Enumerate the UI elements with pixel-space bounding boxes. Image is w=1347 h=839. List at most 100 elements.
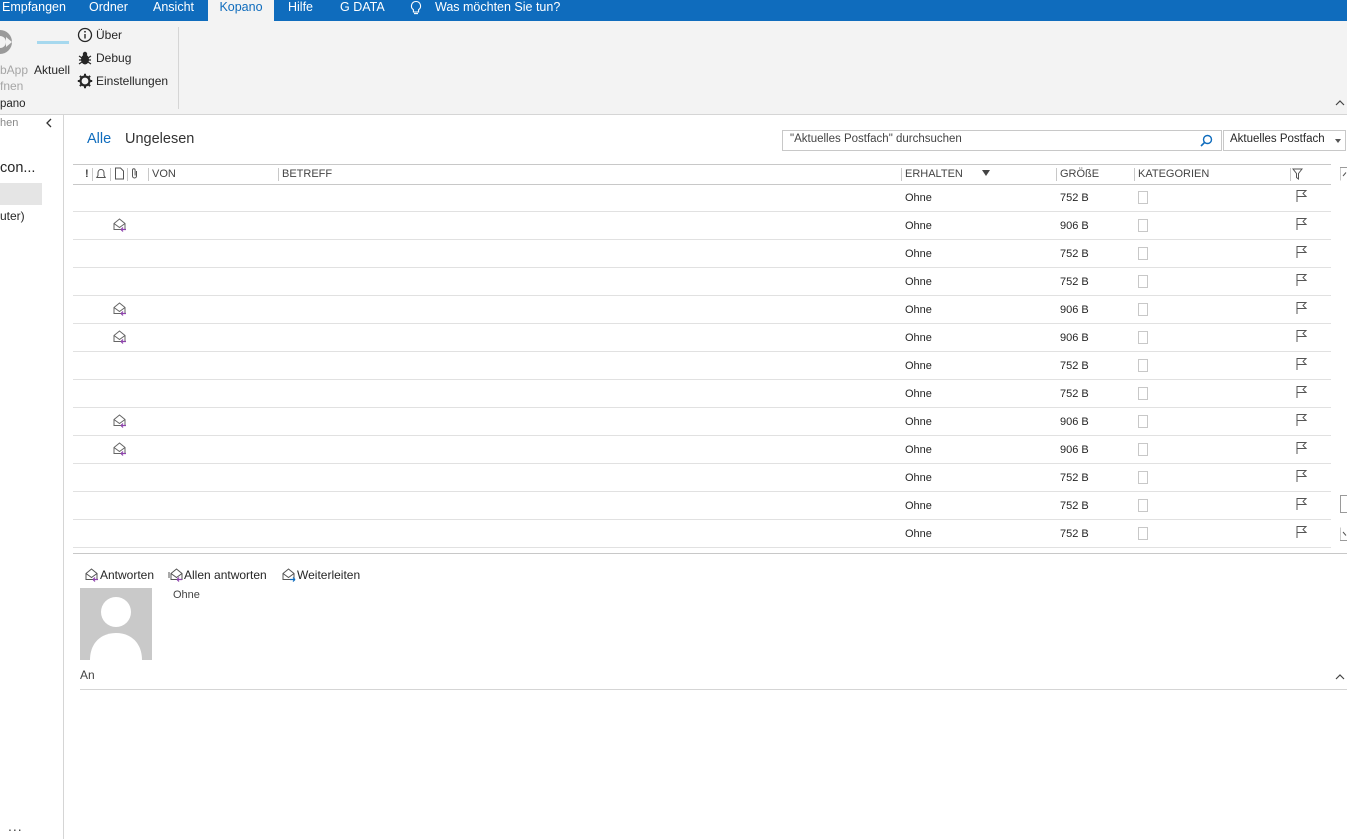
flag-icon[interactable] [1295,525,1308,539]
forward-label: Weiterleiten [297,568,361,582]
size-cell: 906 B [1060,444,1089,456]
debug-button[interactable]: Debug [96,51,131,65]
flag-filter-icon[interactable] [1292,168,1303,180]
tab-empfangen[interactable]: Empfangen [2,0,66,21]
column-categories[interactable]: KATEGORIEN [1138,168,1209,180]
category-box[interactable] [1138,471,1148,484]
reminder-bell-icon[interactable] [95,168,107,180]
info-icon [77,27,93,43]
flag-icon[interactable] [1295,329,1308,343]
sender-name: Ohne [173,589,200,601]
column-received[interactable]: ERHALTEN [905,168,963,180]
message-row[interactable]: Ohne 752 B [73,520,1331,548]
tab-kopano[interactable]: Kopano [208,0,274,21]
selected-folder[interactable] [0,183,42,205]
message-row[interactable]: Ohne 906 B [73,324,1331,352]
search-scope-dropdown[interactable]: Aktuelles Postfach [1223,130,1346,151]
document-icon[interactable] [114,167,125,180]
category-box[interactable] [1138,303,1148,316]
reply-button[interactable]: Antworten [84,567,154,582]
category-box[interactable] [1138,359,1148,372]
search-input[interactable]: "Aktuelles Postfach" durchsuchen [782,130,1222,151]
sender-avatar [80,588,152,660]
search-icon[interactable] [1200,134,1213,147]
column-divider [148,168,149,181]
column-divider [127,168,128,181]
tab-hilfe[interactable]: Hilfe [288,0,313,21]
category-box[interactable] [1138,219,1148,232]
category-box[interactable] [1138,443,1148,456]
filter-unread[interactable]: Ungelesen [125,131,194,147]
received-cell: Ohne [905,500,932,512]
scroll-up-icon[interactable] [1340,167,1347,181]
category-box[interactable] [1138,499,1148,512]
received-cell: Ohne [905,304,932,316]
flag-icon[interactable] [1295,497,1308,511]
tell-me-search[interactable]: Was möchten Sie tun? [435,0,560,21]
message-row[interactable]: Ohne 752 B [73,268,1331,296]
message-row[interactable]: Ohne 906 B [73,436,1331,464]
message-row[interactable]: Ohne 752 B [73,184,1331,212]
message-row[interactable]: Ohne 752 B [73,380,1331,408]
flag-icon[interactable] [1295,385,1308,399]
account-name[interactable]: con... [0,160,35,176]
scroll-thumb[interactable] [1340,495,1347,513]
category-box[interactable] [1138,191,1148,204]
category-box[interactable] [1138,415,1148,428]
category-box[interactable] [1138,247,1148,260]
collapse-ribbon-icon[interactable] [1335,99,1345,107]
scroll-down-icon[interactable] [1340,527,1347,541]
flag-icon[interactable] [1295,357,1308,371]
filter-all[interactable]: Alle [87,131,111,147]
size-cell: 752 B [1060,360,1089,372]
folder-item[interactable]: uter) [0,209,25,223]
message-row[interactable]: Ohne 752 B [73,464,1331,492]
size-cell: 752 B [1060,192,1089,204]
received-cell: Ohne [905,444,932,456]
category-box[interactable] [1138,275,1148,288]
message-row[interactable]: Ohne 752 B [73,352,1331,380]
column-divider [278,168,279,181]
size-cell: 906 B [1060,416,1089,428]
aktuell-icon [37,41,69,44]
webapp-open-label-1[interactable]: bApp [0,63,28,77]
list-scrollbar[interactable] [1340,165,1347,543]
category-box[interactable] [1138,387,1148,400]
chevron-left-icon[interactable] [45,118,53,128]
flag-icon[interactable] [1295,273,1308,287]
category-box[interactable] [1138,331,1148,344]
size-cell: 752 B [1060,500,1089,512]
message-row[interactable]: Ohne 906 B [73,408,1331,436]
reply-all-button[interactable]: Allen antworten [168,567,267,582]
attachment-icon[interactable] [130,167,139,180]
flag-icon[interactable] [1295,413,1308,427]
tab-ansicht[interactable]: Ansicht [153,0,194,21]
flag-icon[interactable] [1295,189,1308,203]
collapse-header-icon[interactable] [1335,673,1345,681]
message-row[interactable]: Ohne 752 B [73,492,1331,520]
tab-ordner[interactable]: Ordner [89,0,128,21]
message-row[interactable]: Ohne 906 B [73,296,1331,324]
column-subject[interactable]: BETREFF [282,168,332,180]
column-importance[interactable]: ! [85,168,89,180]
forward-button[interactable]: Weiterleiten [281,567,360,582]
einstellungen-button[interactable]: Einstellungen [96,74,168,88]
flag-icon[interactable] [1295,245,1308,259]
message-row[interactable]: Ohne 906 B [73,212,1331,240]
message-row[interactable]: Ohne 752 B [73,240,1331,268]
header-divider [80,689,1347,690]
category-box[interactable] [1138,527,1148,540]
column-from[interactable]: VON [152,168,176,180]
flag-icon[interactable] [1295,441,1308,455]
flag-icon[interactable] [1295,469,1308,483]
chevron-down-icon [1335,139,1341,143]
ueber-button[interactable]: Über [96,28,122,42]
more-options-icon[interactable]: ... [8,818,23,834]
flag-icon[interactable] [1295,301,1308,315]
column-divider [92,168,93,181]
tab-gdata[interactable]: G DATA [340,0,385,21]
flag-icon[interactable] [1295,217,1308,231]
column-size[interactable]: GRÖßE [1060,168,1099,180]
aktuell-button[interactable]: Aktuell [34,63,70,77]
webapp-open-label-2[interactable]: fnen [0,79,23,93]
